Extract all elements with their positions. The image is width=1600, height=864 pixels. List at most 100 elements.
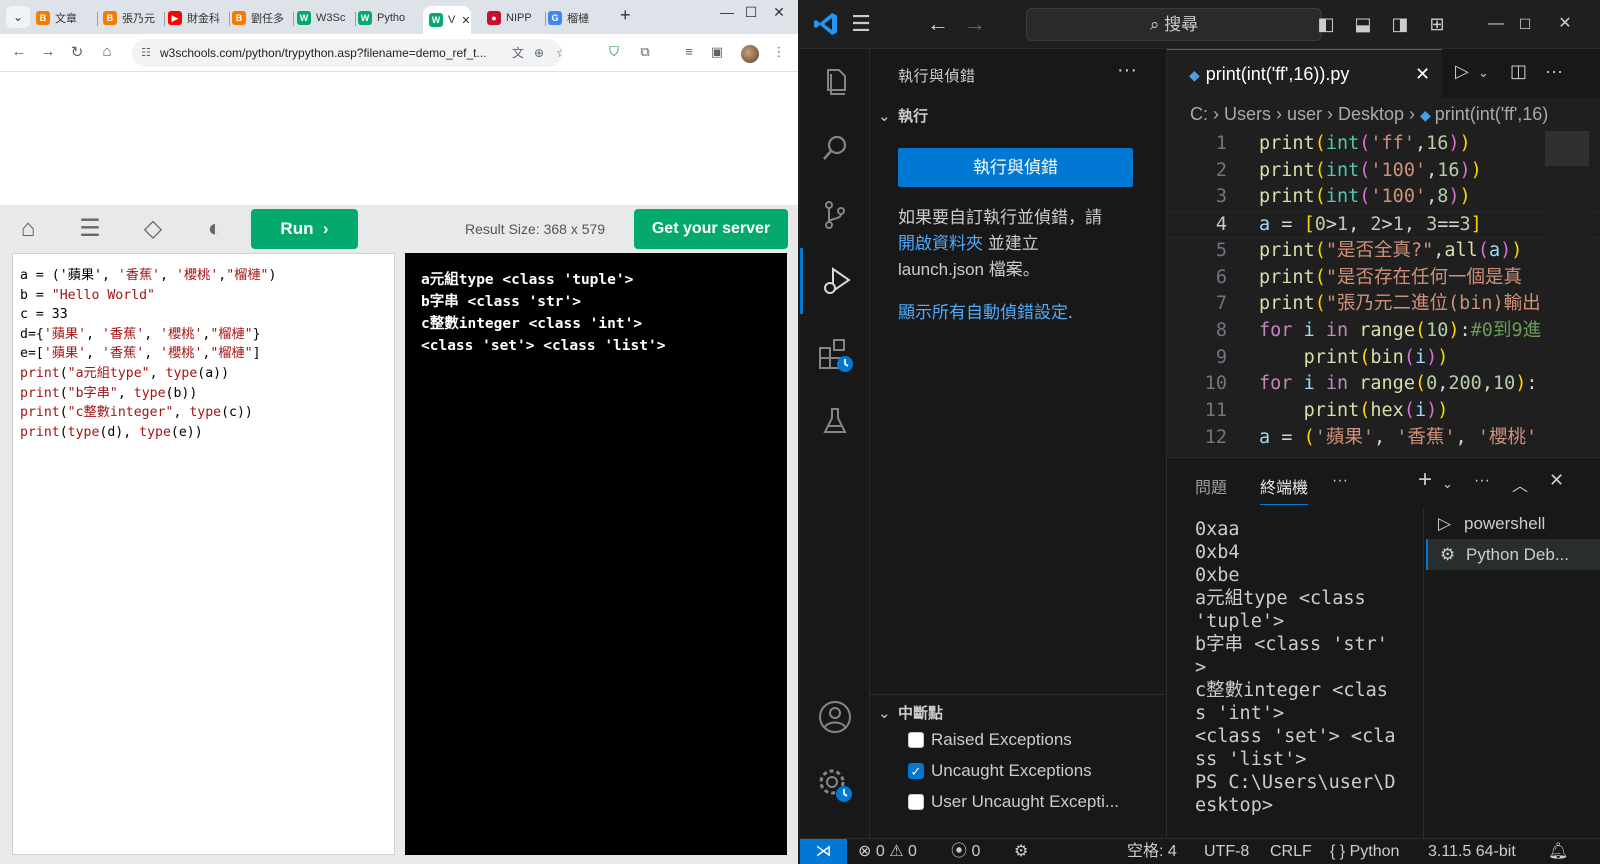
command-center-search[interactable]: ⌕ 搜尋: [1026, 8, 1322, 41]
search-icon[interactable]: [800, 115, 870, 181]
notifications-bell-icon[interactable]: 🔔︎: [1548, 839, 1568, 864]
close-window-icon[interactable]: ✕: [1552, 11, 1578, 37]
home-icon[interactable]: ⌂: [13, 215, 43, 243]
toggle-secondary-sidebar-icon[interactable]: ◨: [1387, 11, 1413, 37]
maximize-panel-icon[interactable]: ︿: [1512, 472, 1528, 496]
tab-favicon-icon: ●: [487, 11, 501, 25]
run-python-file-icon[interactable]: ▷: [1455, 61, 1469, 82]
show-all-auto-debug-link[interactable]: 顯示所有自動偵錯設定.: [898, 300, 1138, 326]
close-panel-icon[interactable]: ✕: [1549, 470, 1564, 491]
more-actions-icon[interactable]: ···: [1474, 472, 1490, 490]
home-icon[interactable]: ⌂: [97, 43, 117, 60]
ports-status[interactable]: ⦿ 0: [951, 839, 980, 864]
explorer-icon[interactable]: [800, 49, 870, 115]
run-section-header[interactable]: ⌄ 執行: [878, 105, 928, 126]
terminal-instance[interactable]: ⚙ Python Deb...: [1426, 539, 1600, 570]
testing-icon[interactable]: [800, 388, 870, 454]
accounts-icon[interactable]: [800, 684, 870, 750]
breakpoint-checkbox[interactable]: [908, 732, 924, 748]
code-editor[interactable]: 1 print(int('ff',16)) 2 print(int('100',16…: [1167, 131, 1600, 457]
minimize-icon[interactable]: —: [1483, 11, 1509, 37]
tab-terminal[interactable]: 終端機: [1260, 474, 1309, 505]
browser-window: ⌄ B 文章 B 張乃元 ▶ 財金科 B 劉任多 W W3Sc W Pytho W V ✕ ● NIPP G 榴槤…: [0, 0, 798, 864]
get-server-button[interactable]: Get your server: [634, 209, 788, 249]
eol-status[interactable]: CRLF: [1270, 839, 1312, 864]
split-editor-icon[interactable]: ◫: [1510, 61, 1527, 82]
chevron-down-icon[interactable]: ⌄: [1442, 476, 1453, 492]
run-dropdown-chevron-icon[interactable]: ⌄: [1478, 65, 1489, 81]
source-control-icon[interactable]: [800, 182, 870, 248]
run-debug-icon[interactable]: [800, 248, 870, 314]
manage-gear-icon[interactable]: [800, 752, 870, 818]
back-icon[interactable]: ←: [9, 43, 29, 60]
extensions-puzzle-icon[interactable]: ⧉: [636, 44, 654, 60]
zoom-icon[interactable]: ⊕: [534, 39, 544, 67]
breakpoint-checkbox[interactable]: [908, 794, 924, 810]
menu-icon[interactable]: ☰: [848, 11, 874, 37]
close-tab-icon[interactable]: ✕: [1415, 50, 1430, 98]
browser-tab[interactable]: G 榴槤: [548, 6, 603, 30]
problems-status[interactable]: ⊗ 0 ⚠ 0: [858, 839, 917, 864]
breakpoint-item[interactable]: ✓ Uncaught Exceptions: [908, 761, 1092, 781]
terminal-output[interactable]: 0xaa 0xb4 0xbe a元組type <class'tuple'> b字串 <c…: [1195, 518, 1415, 838]
browser-tab[interactable]: B 劉任多: [232, 6, 290, 30]
extension-shield-icon[interactable]: ⛉: [605, 44, 623, 60]
site-info-icon[interactable]: ☷: [141, 39, 151, 67]
forward-icon[interactable]: →: [962, 11, 988, 37]
terminal-instance[interactable]: ▷ powershell: [1426, 508, 1600, 539]
toggle-panel-icon[interactable]: ⬓: [1350, 11, 1376, 37]
customize-layout-icon[interactable]: ⊞: [1424, 11, 1450, 37]
menu-icon[interactable]: ☰: [75, 215, 105, 243]
close-tab-icon[interactable]: ✕: [461, 14, 470, 27]
open-folder-link[interactable]: 開啟資料夾: [898, 234, 983, 253]
interpreter-status[interactable]: 3.11.5 64-bit: [1428, 839, 1516, 864]
side-panel-icon[interactable]: ▣: [708, 44, 726, 60]
rotate-layout-icon[interactable]: ◇: [138, 215, 168, 243]
indentation-status[interactable]: 空格: 4: [1127, 839, 1177, 864]
remote-indicator-icon[interactable]: ⋊: [800, 839, 847, 864]
url-bar[interactable]: ☷ w3schools.com/python/trypython.asp?fil…: [132, 39, 562, 67]
forward-icon[interactable]: →: [38, 43, 58, 60]
translate-icon[interactable]: 文: [512, 39, 524, 67]
toggle-primary-sidebar-icon[interactable]: ◧: [1313, 11, 1339, 37]
browser-tab[interactable]: ● NIPP: [487, 6, 542, 30]
maximize-icon[interactable]: ☐: [1512, 11, 1538, 37]
browser-tab[interactable]: ▶ 財金科: [168, 6, 226, 30]
back-icon[interactable]: ←: [925, 11, 951, 37]
more-actions-icon[interactable]: ···: [1332, 472, 1348, 490]
run-button[interactable]: Run ›: [251, 209, 358, 249]
tab-search-dropdown[interactable]: ⌄: [6, 6, 30, 28]
debug-status-icon[interactable]: ⚙: [1014, 839, 1028, 864]
more-actions-icon[interactable]: ···: [1117, 59, 1137, 82]
close-window-icon[interactable]: ✕: [764, 4, 794, 21]
tab-problems[interactable]: 問題: [1195, 474, 1227, 498]
new-tab-button[interactable]: +: [620, 5, 631, 26]
run-and-debug-button[interactable]: 執行與偵錯: [898, 148, 1133, 187]
encoding-status[interactable]: UTF-8: [1204, 839, 1249, 864]
extensions-icon[interactable]: [800, 321, 870, 387]
minimap-slider[interactable]: [1545, 131, 1589, 166]
editor-tab-active[interactable]: ◆ print(int('ff',16)).py ✕: [1167, 49, 1442, 98]
breakpoint-item[interactable]: User Uncaught Excepti...: [908, 792, 1119, 812]
maximize-icon[interactable]: ☐: [736, 4, 766, 21]
breakpoint-item[interactable]: Raised Exceptions: [908, 730, 1072, 750]
browser-tab[interactable]: WV ✕: [423, 6, 471, 34]
browser-tab[interactable]: W W3Sc: [297, 6, 352, 30]
breakpoints-section-header[interactable]: ⌄ 中斷點: [878, 702, 943, 723]
language-mode-status[interactable]: { } Python: [1330, 839, 1399, 864]
browser-tab[interactable]: W Pytho: [358, 6, 416, 30]
minimap[interactable]: [1545, 131, 1589, 457]
theme-toggle-icon[interactable]: ◐: [200, 215, 230, 243]
reload-icon[interactable]: ↻: [67, 43, 87, 61]
code-editor[interactable]: a = ('蘋果', '香蕉', '櫻桃',"榴槤") b = "Hello Wo…: [12, 253, 395, 855]
breakpoint-checkbox[interactable]: ✓: [908, 763, 924, 779]
more-actions-icon[interactable]: ···: [1545, 61, 1563, 82]
profile-avatar[interactable]: [741, 45, 759, 63]
media-control-icon[interactable]: ≡: [680, 44, 698, 59]
browser-tab[interactable]: B 張乃元: [103, 6, 161, 30]
browser-tab[interactable]: B 文章: [36, 6, 94, 30]
chrome-menu-icon[interactable]: ⋮: [770, 44, 788, 60]
breadcrumb[interactable]: C: › Users › user › Desktop › ◆ print(in…: [1167, 98, 1600, 131]
new-terminal-plus-icon[interactable]: +: [1418, 466, 1432, 494]
bookmark-star-icon[interactable]: ☆: [556, 39, 562, 67]
